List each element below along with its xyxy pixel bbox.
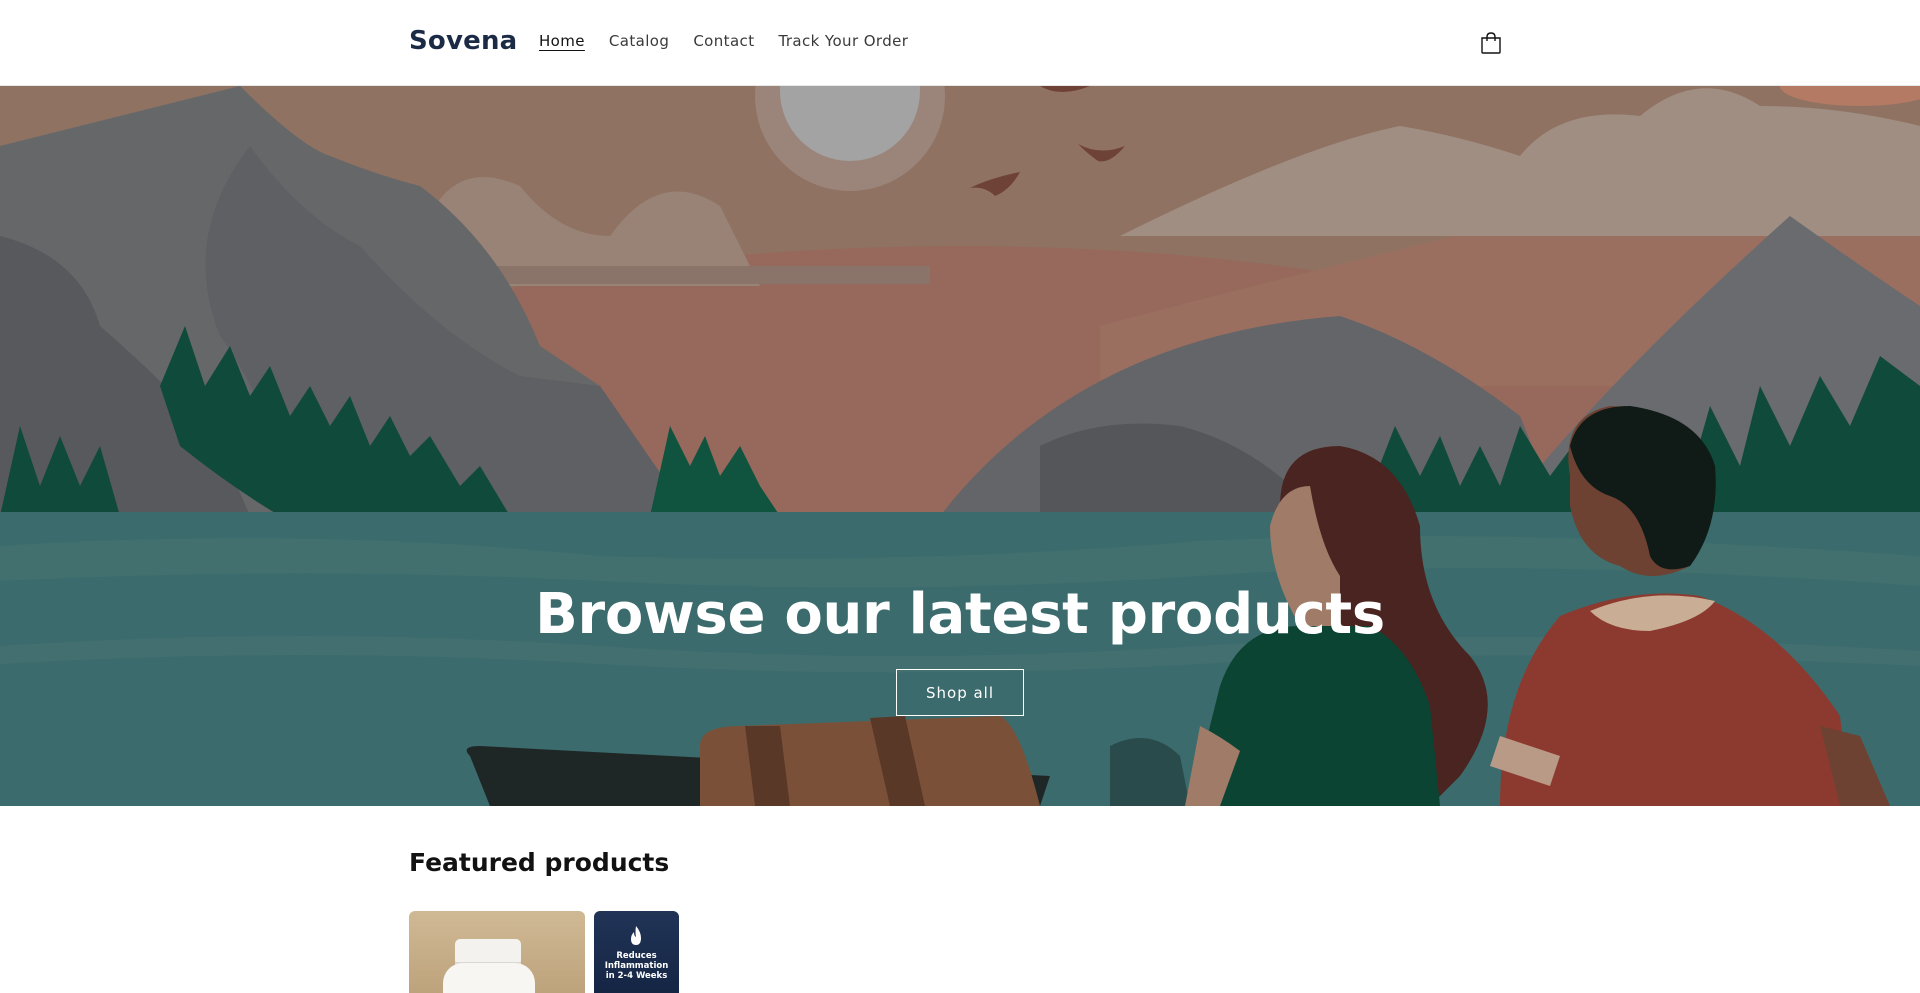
product-card-bottle[interactable] [409,911,585,993]
site-logo[interactable]: Sovena [409,26,517,56]
badge-line-2: Inflammation [604,961,669,971]
bottle-body [443,963,535,993]
cart-icon[interactable] [1478,30,1504,56]
shop-all-button[interactable]: Shop all [896,669,1024,716]
flame-icon [631,926,641,945]
hero-banner: Browse our latest products Shop all [0,86,1920,806]
nav-contact[interactable]: Contact [681,30,766,52]
nav-track-order[interactable]: Track Your Order [766,30,920,52]
nav-catalog[interactable]: Catalog [597,30,681,52]
badge-line-1: Reduces [616,951,657,961]
main-nav: Home Catalog Contact Track Your Order [527,30,920,52]
site-header: Sovena Home Catalog Contact Track Your O… [0,0,1920,86]
badge-line-3: in 2-4 Weeks [605,971,668,981]
featured-products-title: Featured products [409,848,670,877]
nav-home[interactable]: Home [527,30,597,52]
product-card-inflammation[interactable]: Reduces Inflammation in 2-4 Weeks [594,911,679,993]
badge-text: Reduces Inflammation in 2-4 Weeks [594,951,679,981]
hero-title: Browse our latest products [535,582,1385,647]
bottle-cap [455,939,521,965]
